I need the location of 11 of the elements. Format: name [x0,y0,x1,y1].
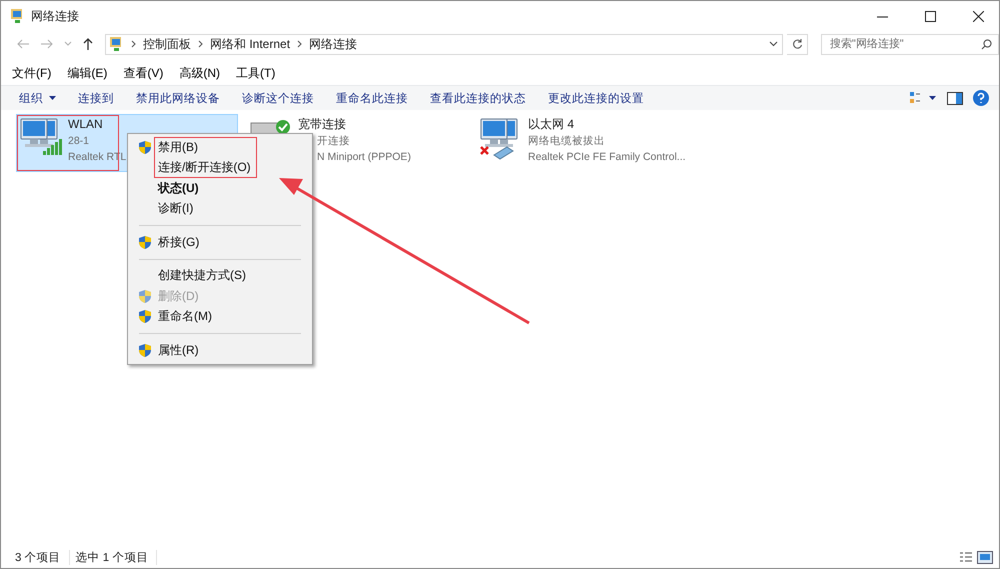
selection-count: 选中 1 个项目 [76,550,158,564]
connection-status: 开连接 [317,134,351,149]
window-title: 网络连接 [31,8,80,24]
device-name: N Miniport (PPPOE) [317,150,411,165]
connection-status: 网络电缆被拔出 [528,134,606,149]
connection-name: 以太网 4 [528,117,576,131]
device-name: Realtek PCIe FE Family Control... [528,150,686,165]
item-count: 3 个项目 [15,550,70,564]
connection-name: WLAN [68,117,104,131]
connection-status: 28-1 [68,134,90,149]
connection-name: 宽带连接 [298,117,347,131]
